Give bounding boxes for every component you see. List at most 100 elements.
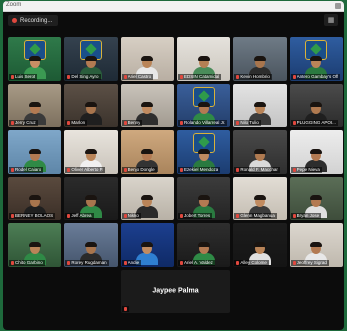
participant-name: Glenn Magbanua — [240, 213, 275, 218]
participant-name: EDSIN Catamidal — [183, 73, 220, 79]
muted-mic-icon — [123, 74, 127, 79]
participant-name-tag: Oliver Alberto P. — [65, 166, 106, 173]
participant-tile[interactable]: Oliver Alberto P. — [64, 130, 118, 174]
participant-tile[interactable]: Ezekiel Mendoza — [176, 130, 231, 174]
muted-mic-icon — [123, 214, 127, 218]
participant-name-tag: Jobert Torres — [177, 213, 213, 219]
participant-tile[interactable]: PLUGGING APOI... — [289, 83, 343, 127]
participant-tile[interactable]: Pepe Nieva — [289, 130, 343, 174]
muted-mic-icon — [11, 214, 14, 218]
participant-tile[interactable]: Jeff Abrea — [64, 176, 118, 220]
participant-name: Ariel A. Valdez — [183, 259, 213, 265]
participant-name-tag: Kevin Hombrio — [234, 73, 272, 80]
participant-tile[interactable]: Bryan Jose — [289, 176, 343, 220]
participant-name: Chito Garbino — [15, 259, 43, 265]
muted-mic-icon — [123, 121, 127, 125]
participant-name-tag: Chito Garbino — [9, 259, 45, 266]
participant-name-tag: Del Sing Ayro — [65, 73, 101, 80]
grid-view-icon: ▦ — [327, 16, 335, 24]
participant-name-tag: Nilo Tulio — [234, 120, 261, 126]
participant-name: Andie — [127, 259, 140, 265]
window-title: Zoom — [6, 2, 22, 8]
participant-tile[interactable]: Ariel A. Valdez — [176, 223, 231, 267]
muted-mic-icon — [11, 167, 14, 172]
participant-name-tag: Andie — [121, 259, 142, 266]
muted-mic-icon — [11, 260, 14, 265]
participant-name-tag: Alley Colome — [234, 259, 269, 266]
participant-name-tag: Ronald F. Macchar — [234, 166, 280, 173]
participant-tile[interactable]: Nilo Tulio — [233, 83, 287, 127]
participant-name: Pepe Nieva — [296, 166, 320, 172]
title-bar: Zoom — [3, 1, 344, 12]
participant-name: Nilo Tulio — [240, 120, 259, 125]
muted-mic-icon — [292, 121, 296, 125]
participant-name-tag: Jerry Cruz — [9, 120, 38, 126]
muted-mic-icon — [67, 74, 71, 79]
muted-mic-icon — [179, 167, 183, 172]
participant-tile[interactable]: Jobert Torres — [176, 176, 231, 220]
participant-name: Jobert Torres — [183, 213, 211, 218]
participant-tile[interactable]: Jerry Cruz — [8, 83, 62, 127]
participant-name: Rodel Caiaro — [15, 166, 42, 172]
participant-name-tag: Jeoffrey Sigrad — [290, 259, 329, 266]
muted-mic-icon — [179, 260, 183, 265]
participant-tile[interactable]: Jeoffrey Sigrad — [289, 223, 343, 267]
featured-participant-name: Jaypee Palma — [152, 287, 199, 295]
participant-name-tag: Benny — [121, 120, 143, 126]
participant-name: BERNEY BOLAOS — [15, 213, 54, 218]
muted-mic-icon — [236, 74, 240, 79]
muted-mic-icon — [236, 167, 240, 172]
participant-name: Oliver Alberto P. — [71, 166, 104, 172]
participant-tile[interactable]: Nikko — [120, 176, 174, 220]
participant-name: Bryan Jose — [296, 213, 320, 218]
muted-mic-icon — [67, 214, 71, 218]
participant-tile[interactable]: Glenn Magbanua — [233, 176, 287, 220]
muted-mic-icon — [236, 214, 240, 218]
participant-tile[interactable]: EDSIN Catamidal — [176, 37, 231, 81]
participant-tile[interactable]: Chito Garbino — [8, 223, 62, 267]
featured-participant-tile[interactable]: Jaypee Palma — [120, 269, 231, 313]
close-window-icon[interactable] — [335, 3, 341, 9]
participant-name: Del Sing Ayro — [71, 73, 99, 79]
participant-name-tag: Pepe Nieva — [290, 166, 322, 173]
muted-mic-icon — [292, 260, 296, 265]
muted-mic-icon — [123, 167, 127, 172]
participant-name: Ezekiel Mendoza — [183, 166, 219, 172]
participant-tile[interactable]: Antero Gambay's Office — [289, 37, 343, 81]
participant-name: Benjo Dongle — [127, 166, 155, 172]
participant-tile[interactable]: Benny — [120, 83, 174, 127]
recording-indicator[interactable]: Recording... — [8, 15, 59, 26]
participant-tile[interactable]: Rodel Caiaro — [8, 130, 62, 174]
participant-tile[interactable]: Alley Colome — [233, 223, 287, 267]
participant-name: Ronald F. Macchar — [240, 166, 278, 172]
participant-name-tag: Antero Gambay's Office — [290, 73, 340, 80]
participant-name: Kevin Hombrio — [240, 73, 270, 79]
participant-tile[interactable]: BERNEY BOLAOS — [8, 176, 62, 220]
participant-tile[interactable]: Del Sing Ayro — [64, 37, 118, 81]
participant-tile[interactable]: Rolando Villarreal Jr. — [176, 83, 231, 127]
participant-name-tag: Glenn Magbanua — [234, 213, 277, 219]
participant-name-tag: Nikko — [121, 213, 141, 219]
muted-mic-icon — [292, 167, 296, 172]
participant-name-tag: Bryan Jose — [290, 213, 322, 219]
participant-tile[interactable]: Luis Serot — [8, 37, 62, 81]
participant-name: Nikko — [127, 213, 139, 218]
view-options-button[interactable]: ▦ — [324, 14, 338, 26]
participant-name-tag: Jeff Abrea — [65, 213, 94, 219]
muted-mic-icon — [67, 167, 71, 172]
participant-tile[interactable]: Marlon — [64, 83, 118, 127]
participant-tile[interactable]: Kevin Hombrio — [233, 37, 287, 81]
muted-mic-icon — [67, 121, 71, 125]
participant-name-tag: Rolando Villarreal Jr. — [177, 120, 228, 126]
participant-tile[interactable]: Benjo Dongle — [120, 130, 174, 174]
participant-tile[interactable]: Ariel Castro — [120, 37, 174, 81]
participant-tile[interactable]: Andie — [120, 223, 174, 267]
muted-mic-icon — [11, 74, 14, 79]
featured-mic-status — [121, 306, 129, 312]
participant-tile[interactable]: Ronald F. Macchar — [233, 130, 287, 174]
participant-tile[interactable]: Rorey Rugdaman — [64, 223, 118, 267]
participant-name: Jeoffrey Sigrad — [296, 259, 327, 265]
participant-name: Rolando Villarreal Jr. — [183, 120, 226, 125]
participant-name-tag: Benjo Dongle — [121, 166, 157, 173]
recording-label: Recording... — [20, 17, 53, 24]
